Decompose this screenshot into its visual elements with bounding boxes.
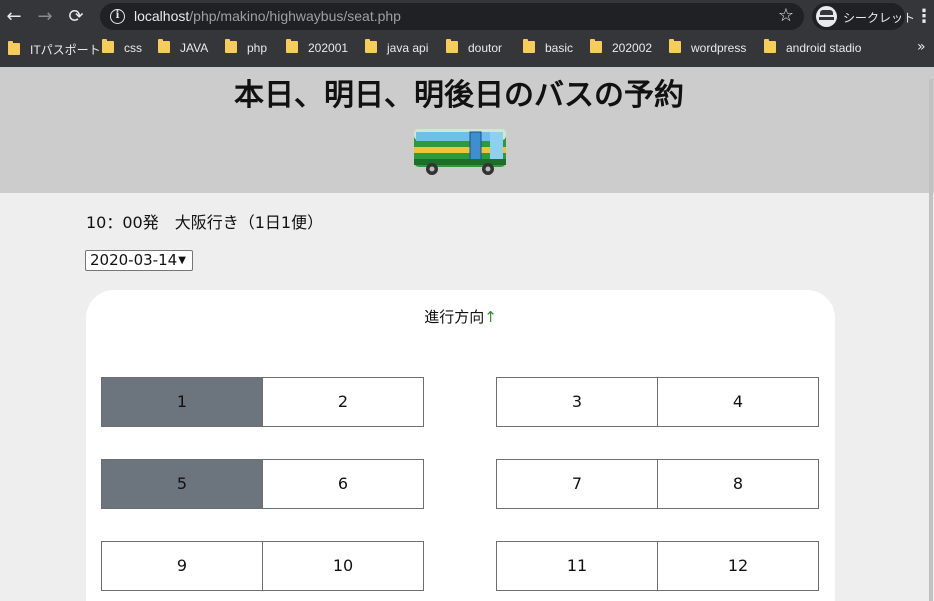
- bookmark-folder[interactable]: JAVA: [158, 39, 209, 59]
- folder-icon: [8, 41, 20, 55]
- bookmark-folder[interactable]: doutor: [446, 39, 503, 59]
- departure-info: 10：00発 大阪行き（1日1便）: [86, 213, 324, 232]
- seat-7[interactable]: 7: [496, 459, 658, 509]
- bookmark-folder[interactable]: php: [225, 39, 268, 59]
- incognito-label: シークレット: [843, 11, 916, 25]
- seat-map: 進行方向↑ 1 2 3 4 5 6 7 8 9 10 11 12: [86, 290, 835, 601]
- folder-icon: [158, 39, 170, 53]
- seat-4[interactable]: 4: [657, 377, 819, 427]
- page-scrollbar[interactable]: [929, 79, 933, 601]
- seat-number: 2: [337, 392, 349, 411]
- browser-chrome: ← → ⟳ i localhost/php/makino/highwaybus/…: [0, 0, 934, 67]
- address-bar[interactable]: i localhost/php/makino/highwaybus/seat.p…: [100, 3, 804, 30]
- bookmark-folder[interactable]: android stadio: [764, 39, 862, 59]
- folder-icon: [669, 39, 681, 53]
- seat-5[interactable]: 5: [101, 459, 263, 509]
- seat-number: 5: [176, 474, 188, 493]
- bookmark-label: 202002: [612, 41, 653, 55]
- incognito-icon: [816, 6, 837, 27]
- seat-number: 7: [571, 474, 583, 493]
- seat-number: 8: [732, 474, 744, 493]
- more-bookmarks-icon[interactable]: »: [917, 39, 926, 55]
- info-icon[interactable]: i: [110, 9, 125, 24]
- incognito-button[interactable]: シークレット: [812, 3, 915, 30]
- up-arrow-icon: ↑: [484, 308, 497, 326]
- bus-icon: [414, 129, 506, 175]
- url-text[interactable]: localhost/php/makino/highwaybus/seat.php: [134, 8, 401, 24]
- url-path: /php/makino/highwaybus/seat.php: [189, 8, 401, 24]
- bookmark-label: 202001: [308, 41, 349, 55]
- bookmark-star-icon[interactable]: ☆: [778, 5, 794, 27]
- seat-number: 11: [566, 556, 588, 575]
- seat-11[interactable]: 11: [496, 541, 658, 591]
- bookmark-label: android stadio: [786, 41, 862, 55]
- bookmark-label: basic: [545, 41, 574, 55]
- forward-arrow-icon[interactable]: →: [33, 5, 57, 29]
- bookmark-folder[interactable]: wordpress: [669, 39, 747, 59]
- folder-icon: [523, 39, 535, 53]
- bookmarks-bar: ITパスポート css JAVA php 202001 java api dou…: [0, 36, 934, 64]
- folder-icon: [590, 39, 602, 53]
- folder-icon: [365, 39, 377, 53]
- seat-number: 10: [332, 556, 354, 575]
- bookmark-label: wordpress: [691, 41, 747, 55]
- back-arrow-icon[interactable]: ←: [2, 5, 26, 29]
- page-header: 本日、明日、明後日のバスの予約: [0, 67, 934, 193]
- date-select[interactable]: 2020-03-14 ▼: [85, 250, 193, 271]
- seat-1[interactable]: 1: [101, 377, 263, 427]
- bookmark-label: doutor: [468, 41, 503, 55]
- seat-number: 3: [571, 392, 583, 411]
- seat-number: 1: [176, 392, 188, 411]
- bookmark-folder[interactable]: 202001: [286, 39, 349, 59]
- browser-toolbar: ← → ⟳ i localhost/php/makino/highwaybus/…: [0, 0, 934, 34]
- seat-3[interactable]: 3: [496, 377, 658, 427]
- page-content: 本日、明日、明後日のバスの予約 10：00発 大阪行き（1日1便） 2020-0…: [0, 67, 934, 601]
- bookmark-label: css: [124, 41, 142, 55]
- seat-6[interactable]: 6: [262, 459, 424, 509]
- bookmark-folder[interactable]: basic: [523, 39, 574, 59]
- date-value: 2020-03-14: [90, 251, 178, 269]
- bookmark-folder[interactable]: css: [102, 39, 142, 59]
- direction-text: 進行方向: [424, 308, 485, 326]
- folder-icon: [764, 39, 776, 53]
- bookmark-label: ITパスポート: [30, 43, 101, 57]
- seat-number: 12: [727, 556, 749, 575]
- url-host: localhost: [134, 8, 190, 24]
- kebab-menu-icon[interactable]: ⋮: [915, 5, 933, 29]
- bookmark-folder[interactable]: 202002: [590, 39, 653, 59]
- page-title: 本日、明日、明後日のバスの予約: [234, 78, 684, 113]
- direction-label: 進行方向↑: [86, 306, 835, 327]
- seat-10[interactable]: 10: [262, 541, 424, 591]
- seat-number: 9: [176, 556, 188, 575]
- seat-9[interactable]: 9: [101, 541, 263, 591]
- folder-icon: [225, 39, 237, 53]
- folder-icon: [286, 39, 298, 53]
- bookmark-label: java api: [387, 41, 429, 55]
- seat-number: 4: [732, 392, 744, 411]
- seat-number: 6: [337, 474, 349, 493]
- seat-2[interactable]: 2: [262, 377, 424, 427]
- bookmark-folder[interactable]: java api: [365, 39, 429, 59]
- reload-icon[interactable]: ⟳: [64, 5, 88, 29]
- dropdown-caret-icon: ▼: [178, 255, 186, 266]
- seat-8[interactable]: 8: [657, 459, 819, 509]
- bookmark-label: JAVA: [180, 41, 209, 55]
- seat-12[interactable]: 12: [657, 541, 819, 591]
- bookmark-label: php: [247, 41, 268, 55]
- folder-icon: [446, 39, 458, 53]
- bookmark-folder[interactable]: ITパスポート: [8, 41, 101, 59]
- folder-icon: [102, 39, 114, 53]
